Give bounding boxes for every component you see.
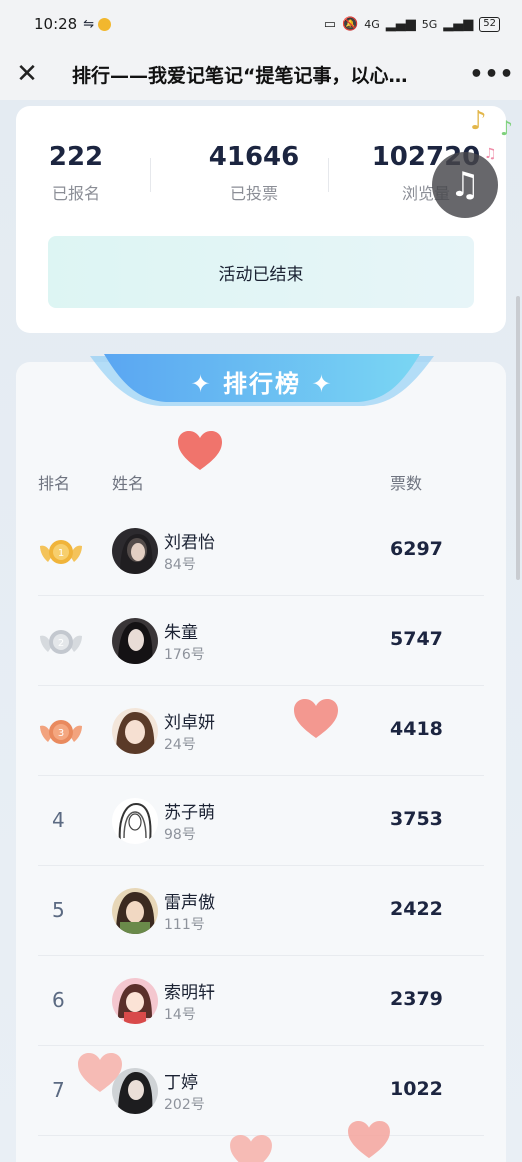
- app-notification-icon: [98, 17, 112, 31]
- avatar: [112, 798, 158, 844]
- ranking-row[interactable]: 4 苏子萌 98号 3753: [38, 776, 484, 866]
- ranking-row[interactable]: 2 朱童 176号 5747: [38, 596, 484, 686]
- battery-icon: 52: [479, 16, 500, 32]
- scrollbar[interactable]: [516, 296, 520, 580]
- svg-text:3: 3: [58, 728, 64, 739]
- avatar: [112, 618, 158, 664]
- more-options-icon[interactable]: •••: [462, 62, 522, 87]
- music-note-icon: ♪: [470, 106, 487, 136]
- ranking-title: ✦ 排行榜 ✦: [190, 370, 334, 398]
- contestant-number: 98号: [164, 827, 196, 843]
- signal-bars-icon-2: ▂▄▆: [443, 16, 474, 32]
- music-icon: ♫: [449, 165, 481, 205]
- contestant-number: 24号: [164, 737, 196, 753]
- avatar: [112, 888, 158, 934]
- ranking-banner: ✦ 排行榜 ✦: [90, 354, 434, 414]
- rank-number: 4: [52, 808, 65, 832]
- contestant-number: 84号: [164, 557, 196, 573]
- close-icon[interactable]: ✕: [0, 61, 54, 87]
- vote-count: 1022: [390, 1078, 443, 1100]
- network-activity-icon: ⇋: [83, 16, 95, 32]
- status-time: 10:28: [34, 15, 78, 33]
- cast-icon: ▭: [323, 16, 337, 32]
- svg-text:2: 2: [58, 638, 64, 649]
- stat-registered: 222 已报名: [6, 142, 146, 204]
- battery-level: 52: [483, 18, 496, 29]
- contestant-name: 朱童: [164, 623, 198, 643]
- contestant-name: 丁婷: [164, 1073, 198, 1093]
- music-play-button[interactable]: ♫: [432, 152, 498, 218]
- ranking-row[interactable]: 6 索明轩 14号 2379: [38, 956, 484, 1046]
- ranking-row[interactable]: 1 刘君怡 84号 6297: [38, 506, 484, 596]
- page-title: 排行——我爱记笔记“提笔记事，以心…: [72, 64, 408, 87]
- svg-text:1: 1: [58, 548, 64, 559]
- mute-icon: 🔕: [342, 16, 359, 32]
- page-content: 222 已报名 41646 已投票 102720 浏览量 活动已结束 ♪ ♪ ♫…: [0, 100, 522, 1162]
- header-rank: 排名: [38, 474, 71, 493]
- contestant-name: 索明轩: [164, 983, 215, 1003]
- stat-value: 41646: [208, 142, 300, 172]
- contestant-name: 雷声傲: [164, 893, 215, 913]
- stats-card: 222 已报名 41646 已投票 102720 浏览量 活动已结束: [16, 106, 506, 333]
- contestant-number: 202号: [164, 1097, 205, 1113]
- vote-count: 3753: [390, 808, 443, 830]
- divider: [328, 158, 329, 192]
- divider: [150, 158, 151, 192]
- avatar: [112, 708, 158, 754]
- floating-heart-icon: [348, 1120, 390, 1159]
- floating-heart-icon: [78, 1053, 122, 1092]
- ranking-card: ✦ 排行榜 ✦ 排名 姓名 票数 1 刘君怡 84号 6297 2 朱童 176…: [16, 354, 506, 1162]
- music-note-icon: ♪: [500, 116, 513, 140]
- vote-count: 6297: [390, 538, 443, 560]
- gold-medal-icon: 1: [40, 540, 82, 564]
- signal-5g-label: 5G: [421, 17, 438, 31]
- status-bar: 10:28 ⇋ ▭ 🔕 4G ▂▄▆ 5G ▂▄▆ 52: [0, 0, 522, 48]
- stat-label: 已投票: [229, 184, 278, 203]
- stat-votes: 41646 已投票: [184, 142, 324, 204]
- stat-label: 已报名: [51, 184, 100, 203]
- contestant-number: 111号: [164, 917, 205, 933]
- vote-count: 2379: [390, 988, 443, 1010]
- rank-number: 7: [52, 1078, 65, 1102]
- contestant-name: 苏子萌: [164, 803, 215, 823]
- title-bar: ✕ 排行——我爱记笔记“提笔记事，以心… •••: [0, 48, 522, 100]
- signal-4g-label: 4G: [364, 17, 380, 31]
- signal-bars-icon: ▂▄▆: [385, 16, 416, 32]
- stat-value: 222: [48, 142, 104, 172]
- contestant-name: 刘君怡: [164, 533, 215, 553]
- header-votes: 票数: [390, 474, 423, 493]
- activity-ended-banner: 活动已结束: [48, 236, 474, 308]
- contestant-number: 14号: [164, 1007, 196, 1023]
- header-name: 姓名: [112, 474, 145, 493]
- floating-heart-icon: [230, 1134, 272, 1162]
- vote-count: 2422: [390, 898, 443, 920]
- contestant-name: 刘卓妍: [164, 713, 215, 733]
- avatar: [112, 528, 158, 574]
- floating-heart-icon: [294, 699, 338, 738]
- contestant-number: 176号: [164, 647, 205, 663]
- avatar: [112, 978, 158, 1024]
- bronze-medal-icon: 3: [40, 720, 82, 744]
- vote-count: 5747: [390, 628, 443, 650]
- rank-number: 6: [52, 988, 65, 1012]
- floating-heart-icon: [178, 431, 222, 470]
- rank-number: 5: [52, 898, 65, 922]
- ranking-row[interactable]: 5 雷声傲 111号 2422: [38, 866, 484, 956]
- ranking-row[interactable]: 3 刘卓妍 24号 4418: [38, 686, 484, 776]
- vote-count: 4418: [390, 718, 443, 740]
- silver-medal-icon: 2: [40, 630, 82, 654]
